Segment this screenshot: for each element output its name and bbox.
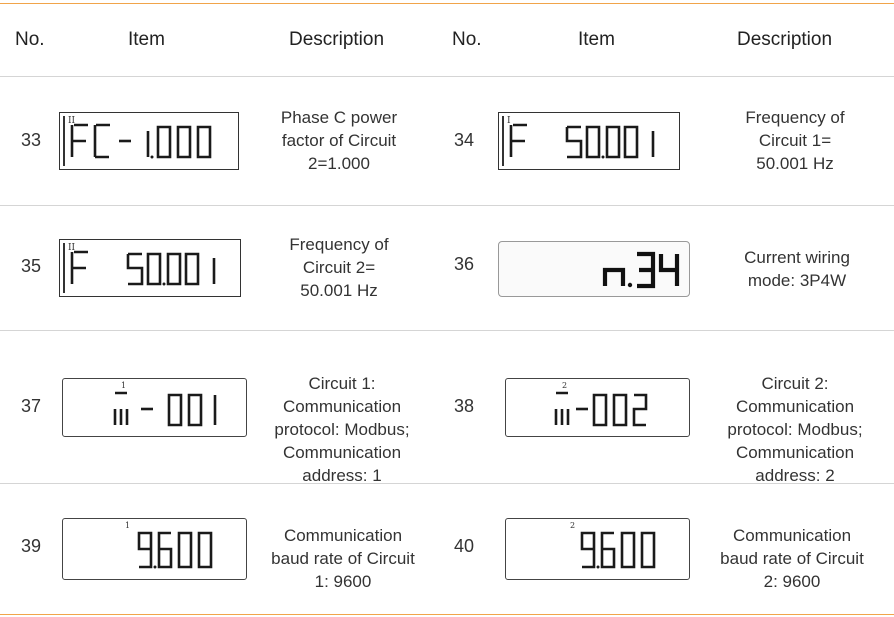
lcd-digits (602, 251, 680, 289)
header-no: No. (452, 29, 482, 50)
description-35: Frequency of Circuit 2= 50.001 Hz (289, 235, 389, 300)
row-divider (0, 330, 894, 331)
lcd-display-33: II (59, 112, 239, 170)
table-top-rule (0, 3, 894, 4)
lcd-digits (137, 531, 213, 569)
lcd-display-38: 2 (505, 378, 690, 437)
header-description: Description (737, 29, 833, 50)
row-number: 40 (453, 536, 475, 556)
description-39: Communication baud rate of Circuit 1: 96… (271, 526, 415, 591)
row-divider (0, 205, 894, 206)
row-number: 37 (20, 396, 42, 416)
description-38: Circuit 2: Communication protocol: Modbu… (727, 374, 863, 485)
lcd-display-34: I (498, 112, 680, 170)
description-33: Phase C power factor of Circuit 2=1.000 (280, 108, 398, 173)
lcd-digits (509, 123, 655, 159)
header-no: No. (15, 29, 45, 50)
lcd-digits (554, 391, 648, 427)
row-number: 33 (20, 130, 42, 150)
lcd-display-39: 1 (62, 518, 247, 580)
lcd-display-35: II (59, 239, 241, 297)
header-divider (0, 76, 894, 77)
lcd-digits (70, 250, 216, 286)
lcd-digits (580, 531, 656, 569)
table-bottom-rule (0, 614, 894, 615)
row-number: 38 (453, 396, 475, 416)
lcd-display-36 (498, 241, 690, 297)
row-number: 39 (20, 536, 42, 556)
lcd-digits (113, 391, 217, 427)
description-37: Circuit 1: Communication protocol: Modbu… (274, 374, 410, 485)
description-36: Current wiring mode: 3P4W (744, 248, 850, 290)
row-number: 36 (453, 254, 475, 274)
header-item: Item (128, 29, 165, 50)
description-34: Frequency of Circuit 1= 50.001 Hz (745, 108, 845, 173)
lcd-display-40: 2 (505, 518, 690, 580)
lcd-display-37: 1 (62, 378, 247, 437)
row-number: 35 (20, 256, 42, 276)
header-item: Item (578, 29, 615, 50)
header-description: Description (289, 29, 385, 50)
description-40: Communication baud rate of Circuit 2: 96… (720, 526, 864, 591)
lcd-digits (70, 123, 212, 159)
row-number: 34 (453, 130, 475, 150)
